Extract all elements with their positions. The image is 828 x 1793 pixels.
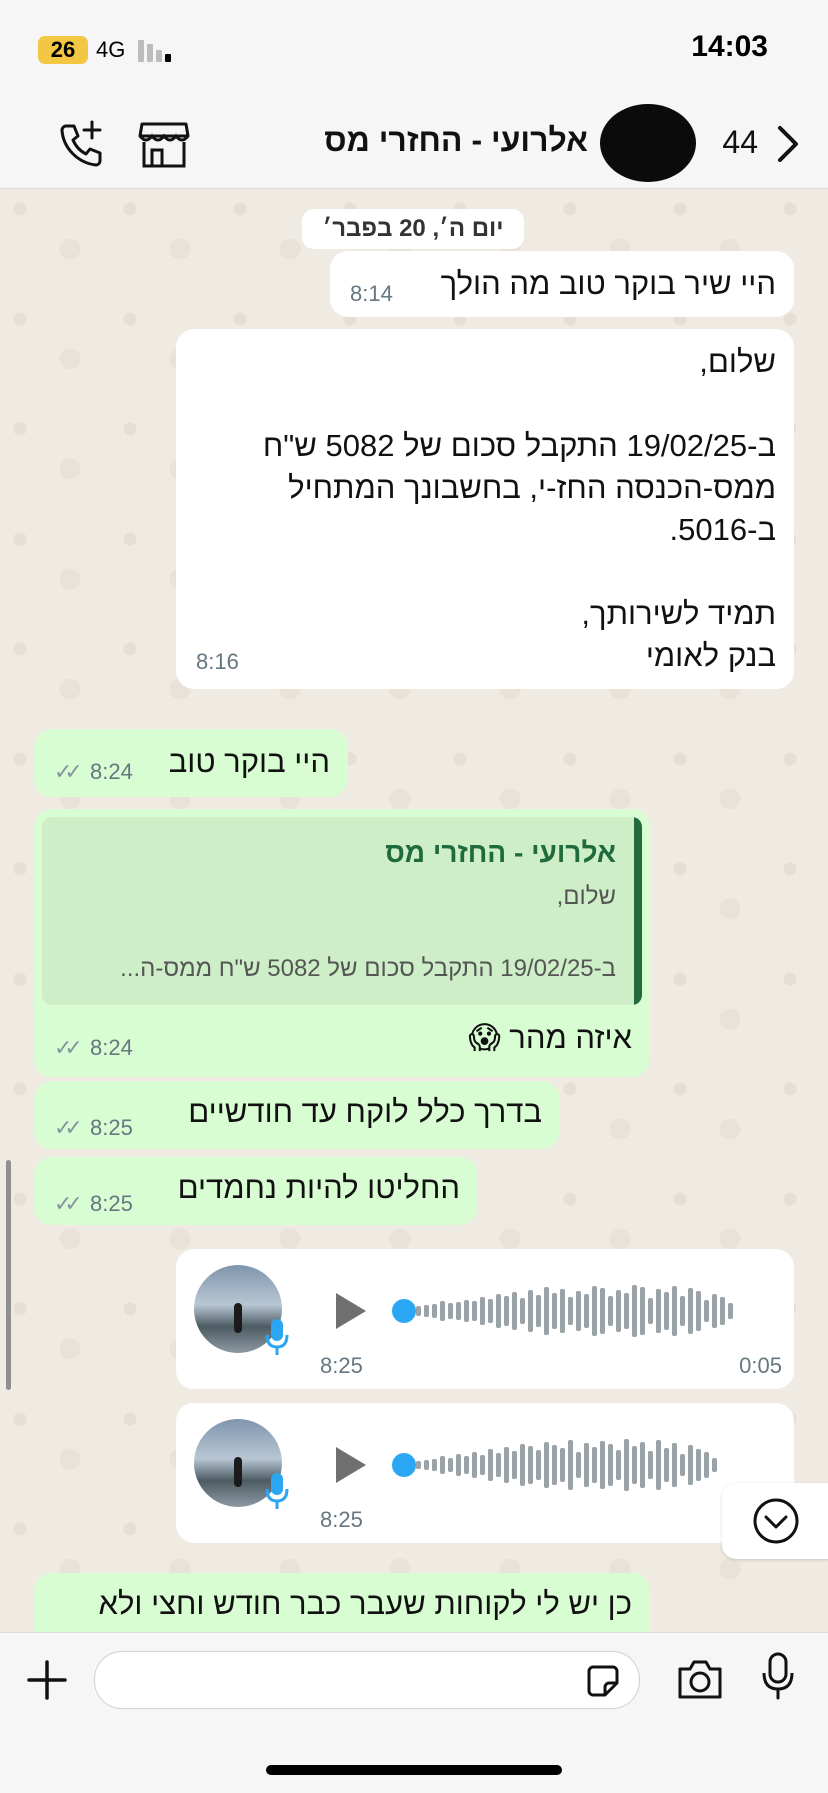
message-text: החליטו להיות נחמדים <box>177 1170 460 1205</box>
play-icon[interactable] <box>330 1443 370 1487</box>
microphone-icon <box>265 1319 289 1355</box>
catalog-store-icon[interactable] <box>136 116 192 172</box>
battery-indicator: 26 <box>38 36 88 64</box>
message-outgoing-reply[interactable]: אלרועי - החזרי מס שלום, ב-19/02/25 התקבל… <box>34 809 650 1077</box>
message-outgoing[interactable]: בדרך כלל לוקח עד חודשיים ✓✓ 8:25 <box>34 1081 560 1149</box>
message-outgoing[interactable]: היי בוקר טוב ✓✓ 8:24 <box>34 729 348 797</box>
message-list[interactable]: יום ה׳, 20 בפבר׳ היי שיר בוקר טוב מה הול… <box>0 189 828 1632</box>
chat-title[interactable]: אלרועי - החזרי מס <box>324 122 588 159</box>
message-time: 8:24 <box>90 1035 133 1060</box>
chevron-down-icon <box>753 1498 799 1544</box>
scroll-to-bottom-button[interactable] <box>722 1483 828 1559</box>
message-text: כן יש לי לקוחות שעבר כבר חודש וחצי ולא <box>98 1586 632 1621</box>
voice-duration: 0:05 <box>739 1353 782 1378</box>
network-type: 4G <box>96 37 126 62</box>
message-text: שלום, ב-19/02/25 התקבל סכום של 5082 ש"ח … <box>262 344 776 673</box>
message-time: 8:14 <box>350 281 393 306</box>
message-text: איזה מהר 😱 <box>468 1020 632 1055</box>
add-call-icon[interactable] <box>52 116 108 172</box>
attach-plus-icon[interactable] <box>26 1659 68 1701</box>
message-incoming[interactable]: היי שיר בוקר טוב מה הולך 8:14 <box>330 251 794 317</box>
message-text: בדרך כלל לוקח עד חודשיים <box>188 1094 542 1129</box>
message-time: 8:16 <box>196 649 239 674</box>
message-time: 8:25 <box>90 1115 133 1140</box>
clock: 14:03 <box>691 30 768 63</box>
message-text: היי שיר בוקר טוב מה הולך <box>440 266 776 301</box>
status-bar: 26 4G 14:03 <box>0 0 828 100</box>
playback-position-handle[interactable] <box>392 1299 416 1323</box>
quote-author: אלרועי - החזרי מס <box>385 837 616 868</box>
read-receipt-icon: ✓✓ <box>54 1191 83 1216</box>
message-outgoing[interactable]: כן יש לי לקוחות שעבר כבר חודש וחצי ולא <box>34 1573 650 1632</box>
read-receipt-icon: ✓✓ <box>54 1035 83 1060</box>
quote-accent-bar <box>634 817 642 1005</box>
message-text: היי בוקר טוב <box>168 744 330 779</box>
audio-waveform[interactable] <box>416 1281 733 1341</box>
sticker-icon[interactable] <box>585 1663 621 1699</box>
unread-count: 44 <box>722 124 758 160</box>
message-outgoing[interactable]: החליטו להיות נחמדים ✓✓ 8:25 <box>34 1157 478 1225</box>
message-input[interactable] <box>94 1651 640 1709</box>
message-time: 8:25 <box>320 1353 363 1378</box>
quote-text-line: ב-19/02/25 התקבל סכום של 5082 ש"ח ממס-ה.… <box>120 955 616 982</box>
camera-icon[interactable] <box>676 1657 724 1701</box>
contact-avatar[interactable] <box>600 104 696 182</box>
message-time: 8:25 <box>320 1507 363 1532</box>
voice-message[interactable]: 8:25 <box>176 1403 794 1543</box>
voice-message[interactable]: 8:25 0:05 <box>176 1249 794 1389</box>
scroll-indicator[interactable] <box>6 1160 11 1390</box>
signal-icon <box>138 40 178 62</box>
read-receipt-icon: ✓✓ <box>54 759 83 784</box>
playback-position-handle[interactable] <box>392 1453 416 1477</box>
quote-text-line: שלום, <box>556 883 616 910</box>
chat-header: אלרועי - החזרי מס 44 <box>0 100 828 189</box>
date-separator: יום ה׳, 20 בפבר׳ <box>302 209 524 249</box>
composer-bar <box>0 1632 828 1793</box>
message-time: 8:24 <box>90 759 133 784</box>
home-indicator[interactable] <box>266 1765 562 1775</box>
back-chevron-icon[interactable] <box>772 124 802 164</box>
microphone-icon[interactable] <box>760 1651 796 1701</box>
play-icon[interactable] <box>330 1289 370 1333</box>
message-time: 8:25 <box>90 1191 133 1216</box>
message-incoming[interactable]: שלום, ב-19/02/25 התקבל סכום של 5082 ש"ח … <box>176 329 794 689</box>
microphone-icon <box>265 1473 289 1509</box>
read-receipt-icon: ✓✓ <box>54 1115 83 1140</box>
quoted-message[interactable]: אלרועי - החזרי מס שלום, ב-19/02/25 התקבל… <box>42 817 642 1005</box>
audio-waveform[interactable] <box>416 1435 717 1495</box>
